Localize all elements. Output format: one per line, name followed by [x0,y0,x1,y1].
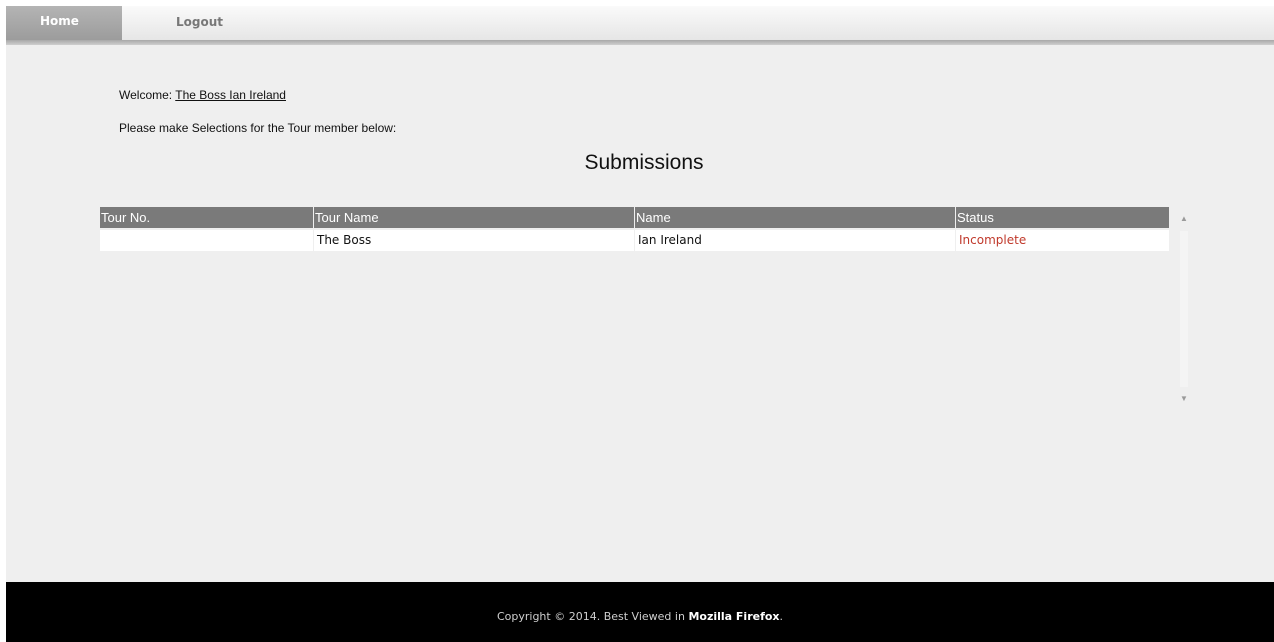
tab-home[interactable]: Home [6,6,122,40]
page: Home Logout Welcome: The Boss Ian Irelan… [6,6,1274,642]
page-title: Submissions [584,151,704,174]
table-header-row: Tour No. Tour Name Name Status [100,207,1170,228]
instruction-text: Please make Selections for the Tour memb… [119,121,397,135]
cell-status: Incomplete [956,230,1170,251]
footer-copyright: Copyright © 2014. Best Viewed in Mozilla… [6,610,1274,623]
welcome-line: Welcome: The Boss Ian Ireland [119,88,286,102]
footer-copyright-suffix: . [779,610,784,623]
footer: Copyright © 2014. Best Viewed in Mozilla… [6,582,1274,642]
table-row[interactable]: The Boss Ian Ireland Incomplete [100,230,1170,251]
column-header-status[interactable]: Status [956,207,1170,228]
cell-tour-name: The Boss [314,230,635,251]
welcome-label: Welcome: [119,88,176,102]
top-nav: Home Logout [6,6,1274,40]
cell-tour-no [100,230,314,251]
column-header-tour-name[interactable]: Tour Name [314,207,635,228]
column-header-name[interactable]: Name [635,207,956,228]
nav-divider [6,40,1274,45]
welcome-user-link[interactable]: The Boss Ian Ireland [175,88,286,102]
table-scrollbar[interactable]: ▲ ▼ [1176,207,1192,407]
scroll-track[interactable] [1180,231,1188,387]
cell-name: Ian Ireland [635,230,956,251]
submissions-table: Tour No. Tour Name Name Status The Boss … [100,207,1192,407]
column-header-tour-no[interactable]: Tour No. [100,207,314,228]
tab-logout[interactable]: Logout [176,6,223,40]
scroll-up-arrow-icon[interactable]: ▲ [1176,211,1192,227]
footer-brand: Mozilla Firefox [688,610,780,623]
footer-copyright-prefix: Copyright © 2014. Best Viewed in [496,610,689,623]
scroll-down-arrow-icon[interactable]: ▼ [1176,391,1192,407]
